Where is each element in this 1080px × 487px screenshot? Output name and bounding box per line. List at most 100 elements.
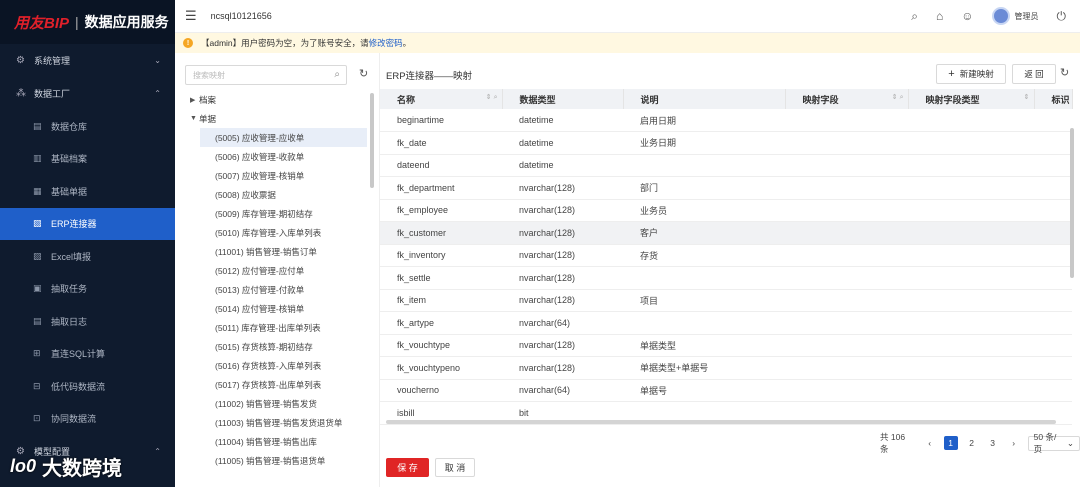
tree-leaf[interactable]: (11002) 销售管理-销售发货 bbox=[185, 394, 370, 413]
topbar: ☰ ncsql10121656 ⌕ ⌂ ☺ 管理员 ⏻ bbox=[175, 0, 1080, 33]
tree-leaf[interactable]: (11003) 销售管理-销售发货退货单 bbox=[185, 413, 370, 432]
table-cell bbox=[908, 244, 1034, 267]
sidebar-group-data-factory[interactable]: ⁂ 数据工厂 ⌃ bbox=[0, 77, 175, 110]
watermark: lo0 大数跨境 bbox=[10, 452, 122, 481]
user-menu[interactable]: 管理员 bbox=[991, 7, 1039, 25]
tree-leaf[interactable]: (5013) 应付管理-付款单 bbox=[185, 280, 370, 299]
cancel-button[interactable]: 取 消 bbox=[435, 458, 475, 477]
sidebar-item-sql[interactable]: ⊞ 直连SQL计算 bbox=[0, 338, 175, 371]
table-horizontal-scrollbar[interactable] bbox=[386, 420, 1056, 424]
save-button[interactable]: 保 存 bbox=[386, 458, 429, 477]
search-icon[interactable]: ⌕ bbox=[911, 9, 918, 24]
column-header[interactable]: 名称 ⇕ ⌕ bbox=[380, 89, 503, 109]
page-number[interactable]: 2 bbox=[965, 436, 979, 450]
sidebar-item-document[interactable]: ▦ 基础单据 bbox=[0, 175, 175, 208]
next-page-icon[interactable]: › bbox=[1007, 436, 1021, 450]
table-row[interactable]: dateend datetime bbox=[380, 154, 1072, 177]
table-cell bbox=[1034, 176, 1072, 200]
tree-leaf[interactable]: (5007) 应收管理-核销单 bbox=[185, 166, 370, 185]
table-row[interactable]: fk_employee nvarchar(128) 业务员 bbox=[380, 199, 1072, 222]
table-row[interactable]: fk_item nvarchar(128) 项目 bbox=[380, 289, 1072, 312]
tree-leaf[interactable]: (5009) 库存管理-期初结存 bbox=[185, 204, 370, 223]
table-cell bbox=[785, 334, 908, 357]
connector-icon: ▧ bbox=[33, 218, 42, 229]
table-cell: nvarchar(128) bbox=[502, 266, 623, 290]
table-cell bbox=[1034, 131, 1072, 155]
table-row[interactable]: fk_department nvarchar(128) 部门 bbox=[380, 176, 1072, 200]
tree-leaf[interactable]: (11004) 销售管理-销售出库 bbox=[185, 432, 370, 451]
table-cell bbox=[785, 356, 908, 380]
table-row[interactable]: voucherno nvarchar(64) 单据号 bbox=[380, 379, 1072, 402]
sort-icon[interactable]: ⇕ bbox=[1024, 93, 1030, 101]
tree-leaf[interactable]: (5008) 应收票据 bbox=[185, 185, 370, 204]
table-row[interactable]: fk_vouchtypeno nvarchar(128) 单据类型+单据号 bbox=[380, 356, 1072, 380]
refresh-icon[interactable]: ↻ bbox=[1060, 66, 1069, 79]
sidebar-group-system[interactable]: ⚙ 系统管理 ⌄ bbox=[0, 44, 175, 77]
table-cell: 业务日期 bbox=[623, 131, 785, 155]
tree-node-bills[interactable]: ▼ 单据 bbox=[185, 109, 370, 128]
tree-leaf[interactable]: (5014) 应付管理-核销单 bbox=[185, 299, 370, 318]
sidebar-item-extract-task[interactable]: ▣ 抽取任务 bbox=[0, 273, 175, 306]
mapping-main: ERP连接器——映射 + 新建映射 返 回 ↻ 名称 ⇕ ⌕ 数据类型 说明 映射… bbox=[380, 53, 1080, 487]
bank-icon[interactable]: ⌂ bbox=[936, 9, 943, 23]
tree-leaf[interactable]: (5017) 存货核算-出库单列表 bbox=[185, 375, 370, 394]
sidebar-item-warehouse[interactable]: ▤ 数据仓库 bbox=[0, 110, 175, 143]
sort-filter-icon[interactable]: ⇕ ⌕ bbox=[486, 93, 498, 102]
table-row[interactable]: fk_inventory nvarchar(128) 存货 bbox=[380, 244, 1072, 267]
watermark-text: 大数跨境 bbox=[42, 458, 123, 480]
tree-leaf[interactable]: (5011) 库存管理-出库单列表 bbox=[185, 318, 370, 337]
sidebar-item-erp-connector[interactable]: ▧ ERP连接器 bbox=[0, 207, 175, 240]
sidebar-item-collab[interactable]: ⊡ 协同数据流 bbox=[0, 403, 175, 436]
back-button[interactable]: 返 回 bbox=[1012, 64, 1056, 84]
column-header[interactable]: 数据类型 bbox=[502, 89, 624, 109]
sidebar-item-excel[interactable]: ▨ Excel填报 bbox=[0, 240, 175, 273]
table-row[interactable]: beginartime datetime 启用日期 bbox=[380, 109, 1072, 132]
table-row[interactable]: fk_vouchtype nvarchar(128) 单据类型 bbox=[380, 334, 1072, 357]
column-header[interactable]: 映射字段 ⇕ ⌕ bbox=[785, 89, 909, 109]
table-row[interactable]: fk_customer nvarchar(128) 客户 bbox=[380, 221, 1072, 245]
sidebar-group-label: 系统管理 bbox=[34, 56, 71, 66]
tree-leaf[interactable]: (5010) 库存管理-入库单列表 bbox=[185, 223, 370, 242]
tree-scrollbar[interactable] bbox=[370, 93, 374, 188]
column-header[interactable]: 说明 bbox=[623, 89, 786, 109]
table-cell bbox=[1034, 109, 1072, 132]
tree-leaf[interactable]: (5012) 应付管理-应付单 bbox=[185, 261, 370, 280]
column-header[interactable]: 标识 bbox=[1034, 89, 1073, 109]
tree-leaf[interactable]: (11001) 销售管理-销售订单 bbox=[185, 242, 370, 261]
table-cell bbox=[785, 109, 908, 132]
flow-icon: ⊟ bbox=[33, 380, 41, 391]
table-row[interactable]: fk_settle nvarchar(128) bbox=[380, 266, 1072, 290]
power-icon[interactable]: ⏻ bbox=[1057, 9, 1067, 24]
tree-leaf[interactable]: (5005) 应收管理-应收单 bbox=[200, 128, 367, 147]
table-vertical-scrollbar[interactable] bbox=[1070, 128, 1074, 278]
page-number[interactable]: 3 bbox=[986, 436, 1000, 450]
tree-leaf[interactable]: (5006) 应收管理-收款单 bbox=[185, 147, 370, 166]
table-cell: fk_inventory bbox=[380, 244, 502, 267]
sidebar-item-label: 直连SQL计算 bbox=[51, 349, 106, 360]
new-mapping-button[interactable]: + 新建映射 bbox=[936, 64, 1006, 84]
table-cell bbox=[908, 266, 1034, 290]
page-size-select[interactable]: 50 条/页 ⌄ bbox=[1027, 432, 1080, 454]
table-row[interactable]: fk_artype nvarchar(64) bbox=[380, 311, 1072, 335]
table-cell bbox=[785, 199, 908, 222]
search-input[interactable]: 搜索映射 ⌕ bbox=[185, 65, 347, 85]
watermark-logo: lo0 bbox=[10, 456, 37, 476]
sidebar-item-lowcode[interactable]: ⊟ 低代码数据流 bbox=[0, 370, 175, 403]
smile-icon[interactable]: ☺ bbox=[961, 9, 973, 23]
change-password-link[interactable]: 修改密码 bbox=[369, 37, 403, 49]
page-number[interactable]: 1 bbox=[943, 436, 958, 450]
tree-leaf[interactable]: (5016) 存货核算-入库单列表 bbox=[185, 356, 370, 375]
refresh-icon[interactable]: ↻ bbox=[359, 67, 368, 80]
column-header[interactable]: 映射字段类型 ⇕ bbox=[908, 89, 1035, 109]
tree-leaf[interactable]: (11005) 销售管理-销售退货单 bbox=[185, 451, 370, 470]
menu-toggle-icon[interactable]: ☰ bbox=[185, 8, 197, 24]
tree-leaf[interactable]: (5015) 存货核算-期初结存 bbox=[185, 337, 370, 356]
prev-page-icon[interactable]: ‹ bbox=[923, 436, 937, 450]
table-row[interactable]: fk_date datetime 业务日期 bbox=[380, 131, 1072, 155]
sort-filter-icon[interactable]: ⇕ ⌕ bbox=[892, 93, 904, 102]
sidebar-item-extract-log[interactable]: ▤ 抽取日志 bbox=[0, 305, 175, 338]
sidebar-item-archive[interactable]: ▥ 基础档案 bbox=[0, 143, 175, 176]
table-cell: 客户 bbox=[623, 221, 785, 245]
table-header: 名称 ⇕ ⌕ 数据类型 说明 映射字段 ⇕ ⌕ 映射字段类型 ⇕ 标识 bbox=[380, 89, 1073, 109]
tree-node-archive[interactable]: ▶ 档案 bbox=[185, 90, 370, 109]
